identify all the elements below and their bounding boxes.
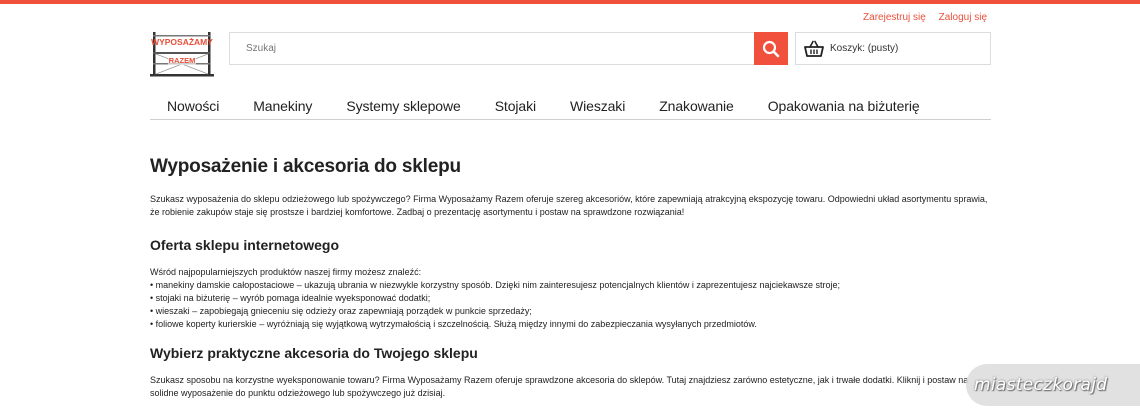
register-link[interactable]: Zarejestruj się: [863, 12, 926, 23]
section-offer-lead: Wśród najpopularniejszych produktów nasz…: [150, 267, 422, 277]
nav-item-opakowania[interactable]: Opakowania na biżuterię: [751, 92, 937, 119]
main-content: Wyposażenie i akcesoria do sklepu Szukas…: [150, 156, 992, 400]
user-links: Zarejestruj się Zaloguj się: [853, 12, 987, 23]
shelving-rack-icon: WYPOSAŻAMY RAZEM: [150, 32, 214, 77]
list-item: • foliowe koperty kurierskie – wyróżniaj…: [150, 319, 757, 329]
cart-button[interactable]: Koszyk: (pusty): [795, 32, 991, 65]
list-item: • wieszaki – zapobiegają gnieceniu się o…: [150, 306, 532, 316]
login-link[interactable]: Zaloguj się: [939, 12, 987, 23]
search-button[interactable]: [754, 32, 788, 65]
shopping-basket-icon: [804, 40, 824, 57]
nav-item-systemy-sklepowe[interactable]: Systemy sklepowe: [329, 92, 477, 119]
search-input[interactable]: [230, 33, 755, 64]
nav-item-manekiny[interactable]: Manekiny: [236, 92, 329, 119]
search-box: [229, 32, 788, 65]
section-offer-heading: Oferta sklepu internetowego: [150, 237, 340, 253]
list-item: • manekiny damskie całopostaciowe – ukaz…: [150, 280, 840, 290]
watermark-badge: miasteczkorajd: [966, 364, 1140, 406]
page-title: Wyposażenie i akcesoria do sklepu: [150, 156, 461, 177]
section-accessories-paragraph: Szukasz sposobu na korzystne wyeksponowa…: [150, 375, 969, 398]
section-accessories-heading: Wybierz praktyczne akcesoria do Twojego …: [150, 345, 478, 361]
list-item: • stojaki na biżuterię – wyrób pomaga id…: [150, 293, 431, 303]
main-navigation: Nowości Manekiny Systemy sklepowe Stojak…: [150, 92, 991, 120]
nav-item-stojaki[interactable]: Stojaki: [478, 92, 553, 119]
offer-list: • manekiny damskie całopostaciowe – ukaz…: [150, 279, 992, 331]
top-accent-bar: [0, 0, 1140, 4]
nav-item-wieszaki[interactable]: Wieszaki: [553, 92, 642, 119]
intro-paragraph: Szukasz wyposażenia do sklepu odzieżoweg…: [150, 194, 988, 217]
site-logo[interactable]: WYPOSAŻAMY RAZEM: [150, 30, 214, 78]
search-icon: [762, 40, 780, 57]
logo-text-bottom: RAZEM: [169, 56, 196, 65]
nav-item-nowosci[interactable]: Nowości: [150, 92, 236, 119]
cart-label: Koszyk: (pusty): [830, 43, 899, 54]
nav-item-znakowanie[interactable]: Znakowanie: [642, 92, 751, 119]
logo-text-top: WYPOSAŻAMY: [151, 37, 213, 47]
watermark-text: miasteczkorajd: [974, 375, 1108, 395]
